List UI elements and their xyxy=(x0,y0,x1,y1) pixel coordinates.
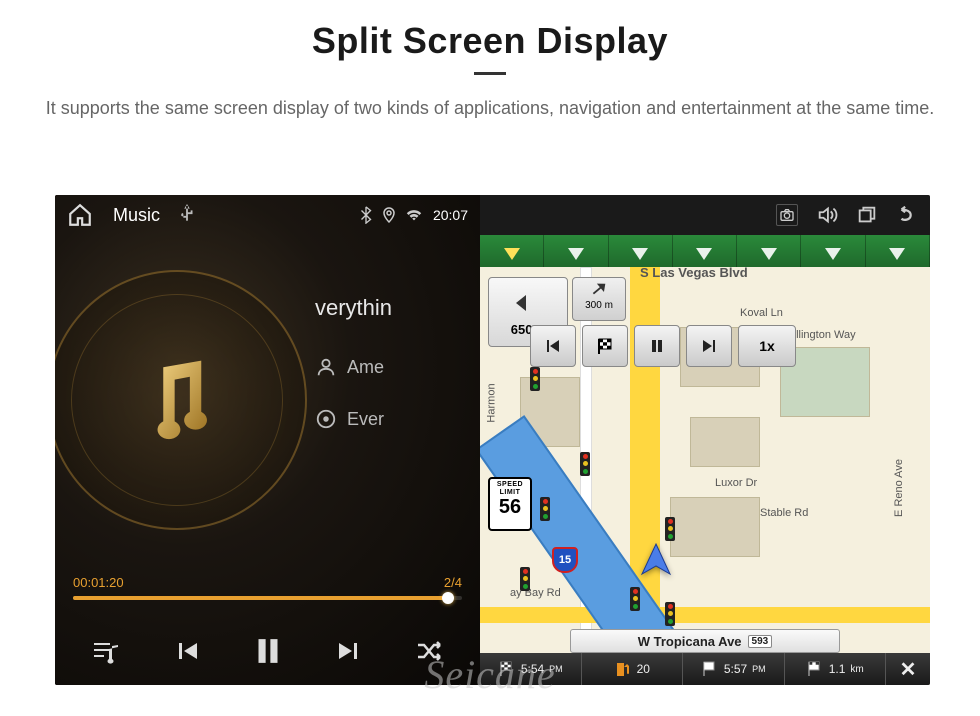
music-player-pane: Music 20:07 verythin Ame xyxy=(55,195,480,685)
page-subtitle: It supports the same screen display of t… xyxy=(40,95,940,122)
sim-speed-button[interactable]: 1x xyxy=(738,325,796,367)
current-street-name: W Tropicana Ave xyxy=(638,634,742,649)
recent-apps-icon[interactable] xyxy=(856,204,878,226)
playlist-button[interactable] xyxy=(84,629,128,673)
nav-tab-5[interactable] xyxy=(737,235,801,267)
nav-tab-4[interactable] xyxy=(673,235,737,267)
navigation-pane: 15 S Las Vegas Blvd Koval Ln Duke Elling… xyxy=(480,195,930,685)
current-street-banner: W Tropicana Ave 593 xyxy=(570,629,840,653)
route-number-badge: 593 xyxy=(748,635,773,648)
album-name: Ever xyxy=(347,409,384,430)
nav-tab-2[interactable] xyxy=(544,235,608,267)
shuffle-button[interactable] xyxy=(408,629,452,673)
disc-icon xyxy=(315,408,337,430)
distance-unit: km xyxy=(850,664,863,675)
track-title: verythin xyxy=(315,295,480,321)
track-counter: 2/4 xyxy=(444,575,462,590)
nav-tab-7[interactable] xyxy=(866,235,930,267)
app-title-music: Music xyxy=(113,205,160,226)
traffic-light-icon xyxy=(665,602,675,626)
title-underline xyxy=(474,72,506,75)
playback-controls xyxy=(55,629,480,673)
nav-tab-6[interactable] xyxy=(801,235,865,267)
traffic-light-icon xyxy=(630,587,640,611)
page-title: Split Screen Display xyxy=(40,20,940,62)
sim-flag-button[interactable] xyxy=(582,325,628,367)
street-label: Harmon xyxy=(486,383,498,422)
flag-alt-icon xyxy=(701,660,719,678)
street-label: ay Bay Rd xyxy=(510,587,561,599)
eta-time: 5:54 xyxy=(521,662,544,676)
progress-section: 00:01:20 2/4 xyxy=(73,575,462,600)
street-label: Stable Rd xyxy=(760,507,808,519)
seek-bar-fill xyxy=(73,596,454,600)
volume-icon[interactable] xyxy=(816,204,838,226)
flag-dist-icon xyxy=(806,660,824,678)
home-icon[interactable] xyxy=(67,202,93,228)
close-button[interactable]: ✕ xyxy=(886,653,930,685)
remaining-distance: 1.1 xyxy=(829,662,846,676)
person-icon xyxy=(315,356,337,378)
pause-button[interactable] xyxy=(246,629,290,673)
sim-prev-button[interactable] xyxy=(530,325,576,367)
nav-tab-strip xyxy=(480,235,930,267)
camera-icon[interactable] xyxy=(776,204,798,226)
distance-cell[interactable]: 1.1 km xyxy=(785,653,887,685)
nav-tab-1[interactable] xyxy=(480,235,544,267)
seek-bar-thumb[interactable] xyxy=(442,592,454,604)
eta-cell[interactable]: 5:54 PM xyxy=(480,653,582,685)
traffic-light-icon xyxy=(520,567,530,591)
next-turn-unit: m xyxy=(605,300,613,311)
flag-icon xyxy=(498,660,516,678)
usb-icon xyxy=(180,204,194,226)
nav-bottom-bar: 5:54 PM 20 5:57 PM 1.1 km ✕ xyxy=(480,653,930,685)
artist-row: Ame xyxy=(315,356,480,378)
track-info-panel: verythin Ame Ever xyxy=(315,295,480,460)
traffic-light-icon xyxy=(530,367,540,391)
seek-bar[interactable] xyxy=(73,596,462,600)
traffic-light-icon xyxy=(580,452,590,476)
album-row: Ever xyxy=(315,408,480,430)
previous-button[interactable] xyxy=(165,629,209,673)
fuel-value: 20 xyxy=(637,662,650,676)
speed-limit-sign: SPEED LIMIT 56 xyxy=(488,477,532,531)
device-frame: Music 20:07 verythin Ame xyxy=(55,195,930,685)
speed-limit-label: SPEED xyxy=(492,481,528,489)
speed-limit-value: 56 xyxy=(492,496,528,519)
next-turn-card[interactable]: 300 m xyxy=(572,277,626,321)
road-major-horizontal xyxy=(480,607,930,623)
sim-pause-button[interactable] xyxy=(634,325,680,367)
next-turn-distance: 300 xyxy=(585,300,602,311)
alt-eta-cell[interactable]: 5:57 PM xyxy=(683,653,785,685)
traffic-light-icon xyxy=(540,497,550,521)
back-icon[interactable] xyxy=(896,204,918,226)
fuel-cell[interactable]: 20 xyxy=(582,653,684,685)
location-pin-icon xyxy=(383,207,395,223)
wifi-icon xyxy=(405,208,423,222)
navigation-cursor-icon xyxy=(638,542,674,578)
music-note-icon xyxy=(130,353,225,448)
clock-time: 20:07 xyxy=(433,207,468,223)
status-bar-music: Music 20:07 xyxy=(55,195,480,235)
street-label: S Las Vegas Blvd xyxy=(640,265,748,280)
street-label: E Reno Ave xyxy=(893,459,905,517)
album-art-circle xyxy=(55,270,307,530)
nav-tab-3[interactable] xyxy=(609,235,673,267)
elapsed-time: 00:01:20 xyxy=(73,575,124,590)
street-label: Koval Ln xyxy=(740,307,783,319)
next-button[interactable] xyxy=(327,629,371,673)
sim-next-button[interactable] xyxy=(686,325,732,367)
bluetooth-icon xyxy=(359,206,373,224)
simulation-controls: 1x xyxy=(530,325,796,367)
fuel-icon xyxy=(614,660,632,678)
map-canvas[interactable]: 15 S Las Vegas Blvd Koval Ln Duke Elling… xyxy=(480,267,930,653)
speed-limit-label: LIMIT xyxy=(492,489,528,497)
street-label: Luxor Dr xyxy=(715,477,757,489)
artist-name: Ame xyxy=(347,357,384,378)
status-bar-nav xyxy=(480,195,930,235)
alt-eta-time: 5:57 xyxy=(724,662,747,676)
interstate-shield: 15 xyxy=(552,547,578,573)
traffic-light-icon xyxy=(665,517,675,541)
